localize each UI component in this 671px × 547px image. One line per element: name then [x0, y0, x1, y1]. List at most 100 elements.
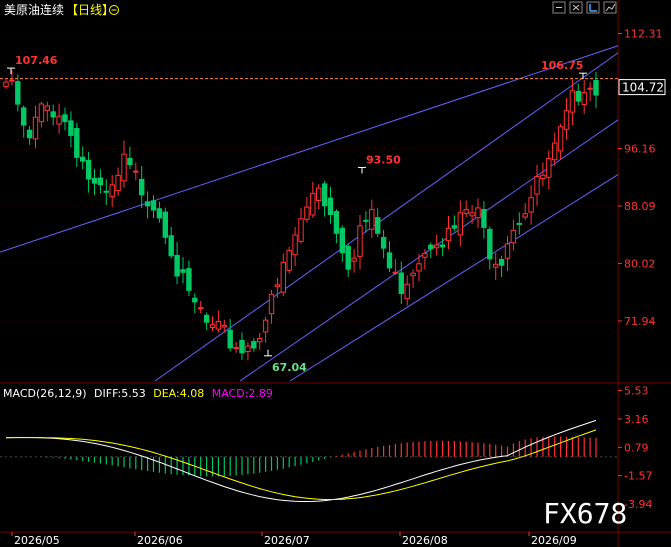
candle-body [186, 268, 192, 291]
chart-root: 107.46 93.50 67.04 106.75 112.31 96.16 88.09 8… [0, 0, 671, 547]
macd-tick-label: 0.79 [624, 441, 649, 454]
candle-body [333, 211, 340, 234]
annotation-label: 67.04 [272, 361, 307, 374]
price-tick-label: 88.09 [624, 200, 656, 213]
candle-body [357, 225, 363, 257]
candle-body [44, 105, 50, 112]
candle-body [227, 329, 233, 349]
candle-body [115, 174, 121, 192]
candle-body [351, 257, 357, 262]
watermark: FX678 [543, 497, 627, 530]
period-label[interactable]: 【日线】 [66, 3, 114, 17]
candle-body [38, 103, 45, 123]
candle-body [198, 307, 204, 310]
candle-body [221, 324, 228, 328]
candle-body [457, 212, 464, 236]
svg-text:MACD(26,12,9) DIFF:5.53: MACD(26,12,9) DIFF:5.53 DEA:4.08 MACD:2.… [3, 387, 273, 400]
candle-body [209, 324, 216, 329]
candle-body [274, 284, 281, 287]
candle-body [103, 190, 109, 193]
candle-body [375, 217, 381, 234]
candle-body [434, 244, 440, 249]
macd-tick-label: 5.53 [624, 385, 649, 398]
candle-body [386, 252, 393, 269]
candle-body [369, 208, 375, 230]
candle-body [162, 211, 169, 238]
annotation-label: 106.75 [541, 59, 583, 72]
minus-icon[interactable] [552, 1, 566, 14]
grid-layer [0, 0, 671, 547]
date-tick-label: 2026/06 [137, 534, 183, 547]
candle-body [292, 234, 298, 256]
candle-body [257, 338, 263, 343]
candle-body [321, 183, 328, 207]
date-tick-label: 2026/07 [264, 534, 310, 547]
price-tick-label: 112.31 [624, 28, 663, 41]
candle-body [540, 174, 546, 180]
candle-body [569, 90, 576, 113]
candle-body [9, 79, 15, 82]
candle-body [298, 218, 304, 242]
candle-body [516, 222, 522, 225]
axes: 112.31 96.16 88.09 80.02 71.94 5.53 3.16 0.79 -1… [11, 28, 666, 547]
candle-body [192, 297, 198, 303]
candle-body [552, 142, 558, 161]
candle-body [21, 107, 27, 126]
candle-body [416, 263, 422, 272]
chart-icon[interactable] [603, 1, 617, 14]
candle-body [150, 200, 157, 211]
candle-body [32, 116, 39, 140]
candle-body [239, 339, 245, 354]
candle-body [174, 254, 180, 277]
instrument-title: 美原油连续 [4, 2, 64, 17]
candle-body [97, 177, 104, 186]
candle-body [463, 209, 469, 214]
annotations: 107.46 93.50 67.04 106.75 [7, 54, 587, 374]
candle-body [587, 87, 593, 90]
candle-body [74, 127, 80, 158]
candle-body [262, 319, 269, 333]
candle-body [422, 252, 428, 258]
macd-panel [0, 419, 618, 502]
cursor-icon[interactable] [586, 1, 600, 14]
price-tick-label: 80.02 [624, 257, 656, 270]
candle-body [133, 170, 139, 173]
candle-body [62, 114, 68, 123]
candle-body [339, 227, 346, 254]
candle-body [563, 110, 570, 130]
macd-tick-label: -3.94 [624, 498, 652, 511]
candle-body [510, 229, 517, 244]
candle-body [85, 159, 92, 180]
candle-body [215, 320, 222, 330]
candle-body [451, 225, 458, 229]
candle-body [380, 237, 387, 249]
macd-legend-macd: MACD:2.89 [212, 387, 273, 400]
annotation-label: 107.46 [15, 54, 58, 67]
candle-body [493, 263, 499, 268]
candle-body [392, 271, 399, 274]
candle-body [280, 261, 287, 293]
candle-body [233, 346, 239, 350]
candle-body [581, 91, 587, 105]
candle-body [144, 201, 151, 207]
candle-body [469, 212, 475, 217]
candle-body [363, 219, 369, 222]
candle-body [534, 176, 540, 195]
candle-body [245, 345, 251, 353]
candle-body [121, 153, 127, 182]
macd-legend-name: MACD(26,12,9) [3, 387, 87, 400]
toolbar [552, 1, 617, 14]
candle-body [109, 184, 115, 198]
settings-icon[interactable] [569, 1, 583, 14]
candle-body [180, 269, 186, 273]
candle-body [15, 81, 21, 105]
candle-body [50, 111, 56, 118]
last-price-label: 104.72 [622, 81, 664, 95]
candle-body [268, 293, 275, 315]
candle-body [522, 213, 528, 218]
chart-canvas: 107.46 93.50 67.04 106.75 112.31 96.16 88.09 8… [0, 0, 671, 547]
candle-body [203, 314, 210, 323]
date-tick-label: 2026/09 [531, 534, 577, 547]
candle-body [251, 341, 257, 349]
candle-body [504, 243, 511, 259]
